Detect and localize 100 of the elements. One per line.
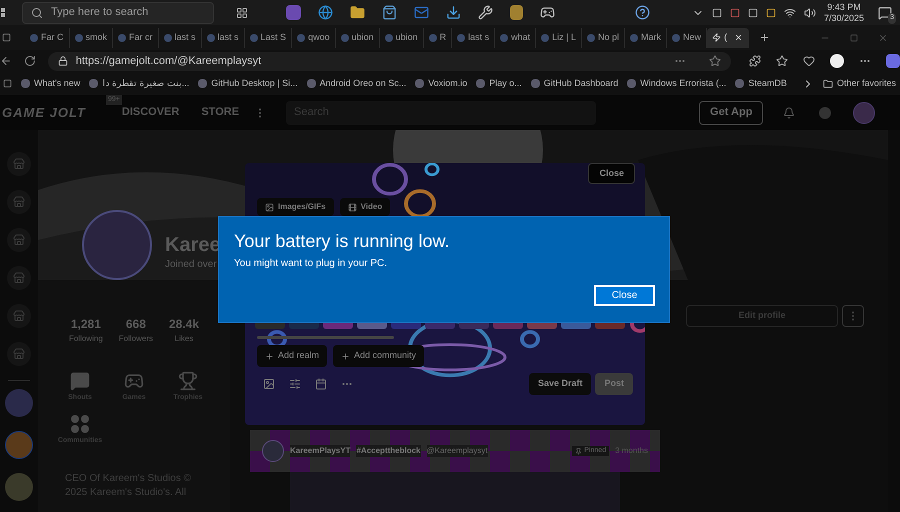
get-app-button[interactable]: Get App — [699, 100, 764, 124]
browser-tab[interactable]: last s — [158, 28, 202, 48]
site-icon — [415, 79, 424, 88]
site-icon — [530, 79, 540, 88]
browser-tab[interactable]: last s — [452, 28, 496, 48]
browser-icon[interactable] — [318, 5, 333, 20]
site-icon — [672, 34, 680, 42]
favorite-link[interactable]: Play o... — [476, 76, 522, 90]
stat-label: Following — [68, 333, 103, 345]
star-icon[interactable] — [708, 55, 721, 67]
sliders-icon[interactable] — [289, 378, 301, 390]
store-icon — [13, 272, 25, 284]
site-icon — [476, 79, 486, 88]
site-icon — [500, 34, 508, 42]
health-icon[interactable] — [802, 55, 815, 67]
browser-tab[interactable]: ubion — [336, 28, 380, 48]
save-draft-button[interactable]: Save Draft — [528, 373, 592, 395]
store-bag-icon[interactable] — [382, 5, 397, 20]
notification-icon[interactable] — [878, 6, 892, 20]
chat-bubble-icon — [70, 371, 90, 391]
post-time: 3 months — [615, 445, 648, 457]
lock-icon — [58, 56, 68, 66]
download-icon[interactable] — [446, 5, 461, 20]
browser-tab[interactable]: what — [495, 28, 536, 48]
favorite-link[interactable]: GitHub Dashboard — [530, 76, 618, 90]
taskbar-search-field[interactable]: Type here to search — [22, 2, 214, 24]
favorite-link[interactable]: Voxiom.io — [415, 76, 468, 90]
author-name[interactable]: KareemPlaysYT — [290, 445, 350, 457]
site-icon — [630, 34, 638, 42]
add-button[interactable]: Add community — [333, 345, 424, 367]
bell-icon[interactable] — [783, 106, 796, 118]
browser-tab[interactable]: Liz | L — [536, 28, 582, 48]
pin-icon — [575, 448, 582, 454]
post-hashtag[interactable]: #Accepttheblock — [356, 445, 421, 457]
favorite-link[interactable]: Android Oreo on Sc... — [306, 76, 406, 90]
favorite-link[interactable]: What's new — [21, 76, 80, 90]
browser-tab[interactable]: Far cr — [113, 28, 159, 48]
stat-value: 668 — [126, 316, 146, 333]
mail-icon[interactable] — [414, 5, 429, 20]
browser-tab[interactable]: ( — [707, 28, 750, 48]
browser-tab[interactable]: last s — [202, 28, 245, 48]
favorite-link[interactable]: بنت صغيرة تقطرة دا... — [89, 76, 190, 90]
browser-tab[interactable]: No pl — [582, 28, 626, 48]
four-dots-icon — [70, 414, 90, 434]
site-icon — [428, 34, 437, 42]
plus-icon — [341, 352, 350, 360]
close-icon[interactable] — [734, 33, 744, 42]
close-button[interactable]: Close — [594, 285, 655, 306]
image-icon[interactable] — [263, 378, 275, 390]
profile-avatar[interactable] — [830, 54, 844, 68]
site-icon — [250, 34, 258, 42]
wrench-icon[interactable] — [478, 5, 493, 20]
browser-tab[interactable]: qwoo — [292, 28, 336, 48]
browser-tab[interactable]: ubion — [380, 28, 424, 48]
back-icon[interactable] — [0, 55, 12, 67]
favorites-icon[interactable] — [776, 55, 788, 67]
address-field[interactable]: https://gamejolt.com/@Kareemplaysyt — [48, 52, 731, 70]
site-icon — [541, 34, 550, 42]
tray-icon[interactable] — [766, 8, 776, 18]
extensions-icon[interactable] — [748, 55, 761, 67]
site-icon — [297, 34, 306, 42]
browser-tab[interactable]: Far C — [25, 28, 70, 48]
collections-icon[interactable] — [3, 79, 12, 88]
folder-icon[interactable] — [350, 5, 365, 20]
folder-icon — [822, 78, 833, 88]
stat-label: Likes — [174, 333, 194, 345]
browser-tab[interactable]: smok — [70, 28, 114, 48]
favorite-link[interactable]: GitHub Desktop | Si... — [198, 76, 298, 90]
other-favorites-link[interactable]: Other favorites — [822, 76, 896, 90]
app-icon[interactable] — [510, 5, 523, 20]
tab-actions-icon[interactable] — [2, 33, 11, 42]
new-tab-icon[interactable] — [759, 32, 770, 43]
tray-icon[interactable] — [712, 8, 722, 18]
trophy-icon — [178, 371, 198, 391]
site-icon — [627, 79, 636, 88]
browser-tab[interactable]: Mark — [625, 28, 668, 48]
site-icon — [340, 34, 349, 42]
site-icon — [164, 34, 172, 42]
app-icon[interactable] — [286, 5, 301, 20]
url-text: https://gamejolt.com/@Kareemplaysyt — [76, 54, 262, 69]
add-button[interactable]: Add realm — [257, 345, 328, 367]
tray-icon[interactable] — [748, 8, 758, 18]
tray-icon[interactable] — [730, 8, 740, 18]
store-icon — [13, 310, 25, 322]
stat-label: Followers — [118, 333, 153, 345]
store-icon — [13, 348, 25, 360]
stat-value: 1,281 — [70, 316, 101, 333]
site-icon — [587, 34, 596, 42]
refresh-icon[interactable] — [24, 55, 36, 67]
volume-icon[interactable] — [804, 6, 816, 18]
calendar-icon[interactable] — [315, 378, 327, 390]
task-view-icon[interactable] — [236, 6, 248, 18]
favorite-link[interactable]: Windows Errorista (... — [627, 76, 726, 90]
browser-tab[interactable]: R — [424, 28, 452, 48]
site-icon — [89, 79, 98, 88]
gamepad-icon[interactable] — [540, 5, 555, 20]
browser-tab[interactable]: Last S — [244, 28, 292, 48]
wifi-icon[interactable] — [784, 6, 796, 18]
help-icon[interactable] — [635, 5, 650, 20]
favorite-link[interactable]: SteamDB — [735, 76, 787, 90]
